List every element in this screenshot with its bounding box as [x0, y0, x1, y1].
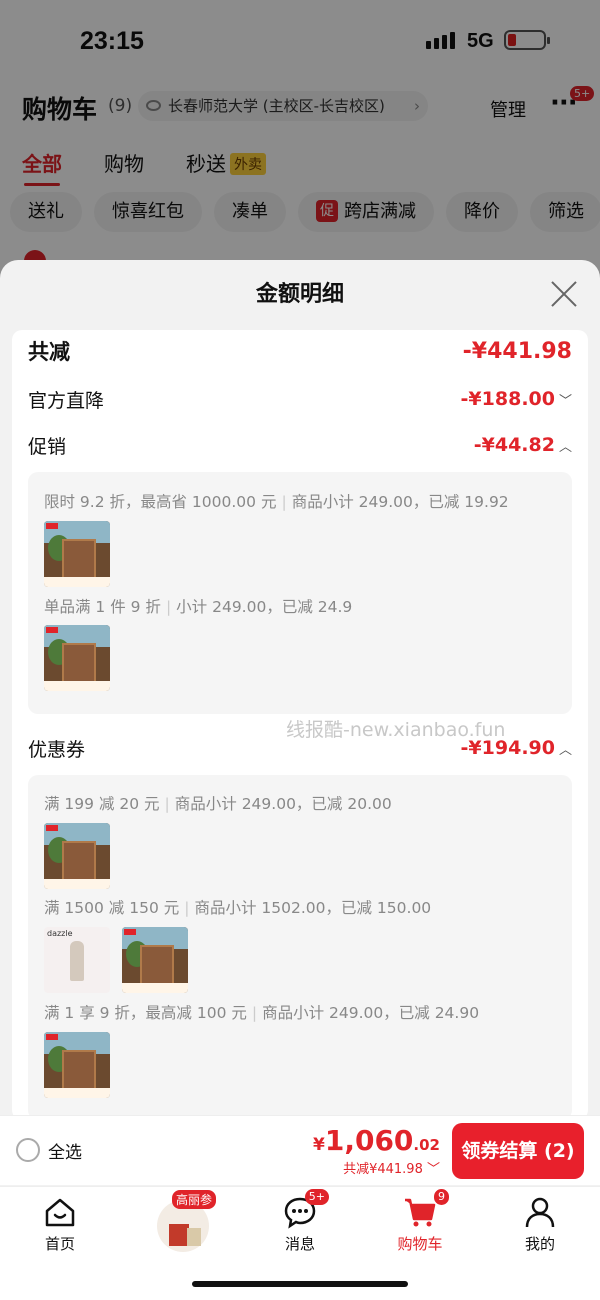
price-decimal: .02: [413, 1136, 440, 1154]
sheet-title: 金额明细: [255, 282, 344, 307]
coupon-label: 优惠券: [28, 738, 86, 761]
saved-text: 共减¥441.98: [343, 1162, 423, 1177]
sheet-header: 金额明细: [0, 260, 600, 330]
nav-cart[interactable]: 9 购物车: [380, 1189, 460, 1254]
coupon-line-1-sub: 商品小计 249.00，已减 20.00: [174, 795, 392, 813]
coupon-line-2-rule: 满 1500 减 150 元: [44, 899, 180, 917]
promo-line-2-rule: 单品满 1 件 9 折: [44, 598, 161, 616]
coupon-line-2: 满 1500 减 150 元 | 商品小计 1502.00，已减 150.00: [44, 899, 432, 917]
product-thumbnail[interactable]: [122, 927, 188, 993]
total-value: -¥441.98: [462, 338, 572, 364]
official-label: 官方直降: [28, 389, 105, 412]
home-indicator: [192, 1281, 408, 1287]
saved-amount[interactable]: 共减¥441.98 ﹀: [343, 1158, 440, 1177]
promo-line-1: 限时 9.2 折，最高省 1000.00 元 | 商品小计 249.00，已减 19…: [44, 493, 509, 511]
coupon-line-3-rule: 满 1 享 9 折，最高减 100 元: [44, 1004, 247, 1022]
product-thumbnail[interactable]: [44, 521, 110, 587]
ad-label: 高丽参: [172, 1190, 217, 1209]
promo-detail: 限时 9.2 折，最高省 1000.00 元 | 商品小计 249.00，已减 19…: [28, 472, 572, 714]
user-icon: [523, 1195, 557, 1229]
official-value: -¥188.00: [460, 388, 555, 410]
nav-cart-label: 购物车: [397, 1235, 443, 1253]
message-icon: 5+: [283, 1189, 329, 1229]
product-thumbnail[interactable]: [44, 625, 110, 691]
chevron-up-icon: ︿: [558, 743, 572, 758]
official-row[interactable]: 官方直降 -¥188.00 ﹀: [28, 384, 572, 414]
total-discount-row: 共减 -¥441.98: [28, 336, 572, 366]
chevron-down-icon: ﹀: [426, 1162, 440, 1177]
promo-line-2: 单品满 1 件 9 折 | 小计 249.00，已减 24.9: [44, 598, 353, 616]
coupon-line-2-sub: 商品小计 1502.00，已减 150.00: [194, 899, 432, 917]
nav-home[interactable]: 首页: [20, 1195, 100, 1254]
checkout-bar: 全选 ¥1,060.02 共减¥441.98 ﹀ 领券结算 (2): [0, 1115, 600, 1185]
promo-line-1-rule: 限时 9.2 折，最高省 1000.00 元: [44, 493, 277, 511]
promo-value: -¥44.82: [473, 434, 555, 456]
promo-row[interactable]: 促销 -¥44.82 ︿: [28, 430, 572, 460]
nav-messages[interactable]: 5+ 消息: [260, 1189, 340, 1254]
coupon-line-1: 满 199 减 20 元 | 商品小计 249.00，已减 20.00: [44, 795, 392, 813]
cart-page: 23:15 5G 购物车 (9) 长春师范大学 (主校区-长吉校区) › 管理 …: [0, 0, 600, 1300]
coupon-detail: 满 199 减 20 元 | 商品小计 249.00，已减 20.00 满 1500…: [28, 775, 572, 1120]
coupon-line-3: 满 1 享 9 折，最高减 100 元 | 商品小计 249.00，已减 24.90: [44, 1004, 480, 1022]
nav-me-label: 我的: [524, 1235, 555, 1253]
checkout-button[interactable]: 领券结算 (2): [452, 1123, 584, 1179]
promo-line-2-sub: 小计 249.00，已减 24.9: [176, 598, 353, 616]
product-thumbnail[interactable]: [44, 823, 110, 889]
messages-badge: 5+: [304, 1189, 329, 1205]
chevron-up-icon: ︿: [558, 440, 572, 455]
product-thumbnail-dress[interactable]: dazzle: [44, 927, 110, 993]
close-icon[interactable]: [550, 280, 578, 308]
price-integer: 1,060: [324, 1124, 414, 1157]
discount-card: 共减 -¥441.98 官方直降 -¥188.00 ﹀ 促销 -¥44.82 ︿ 限…: [12, 330, 588, 1120]
coupon-line-3-sub: 商品小计 249.00，已减 24.90: [262, 1004, 480, 1022]
coupon-line-1-rule: 满 199 减 20 元: [44, 795, 160, 813]
cart-icon: 9: [403, 1189, 449, 1229]
promo-label: 促销: [28, 435, 67, 458]
nav-me[interactable]: 我的: [500, 1195, 580, 1254]
product-thumbnail[interactable]: [44, 1032, 110, 1098]
currency-symbol: ¥: [313, 1135, 325, 1155]
home-icon: [43, 1195, 77, 1229]
chevron-down-icon: ﹀: [558, 394, 572, 409]
promo-ad-ginseng[interactable]: 高丽参: [157, 1190, 217, 1252]
nav-home-label: 首页: [44, 1235, 75, 1253]
total-label: 共减: [28, 340, 70, 364]
nav-messages-label: 消息: [284, 1235, 315, 1253]
cart-badge: 9: [434, 1189, 449, 1205]
watermark: 线报酷-new.xianbao.fun: [286, 719, 506, 741]
select-all-label[interactable]: 全选: [48, 1138, 82, 1163]
select-all-radio[interactable]: [16, 1138, 40, 1162]
promo-line-1-sub: 商品小计 249.00，已减 19.92: [291, 493, 509, 511]
total-price: ¥1,060.02: [313, 1124, 440, 1157]
